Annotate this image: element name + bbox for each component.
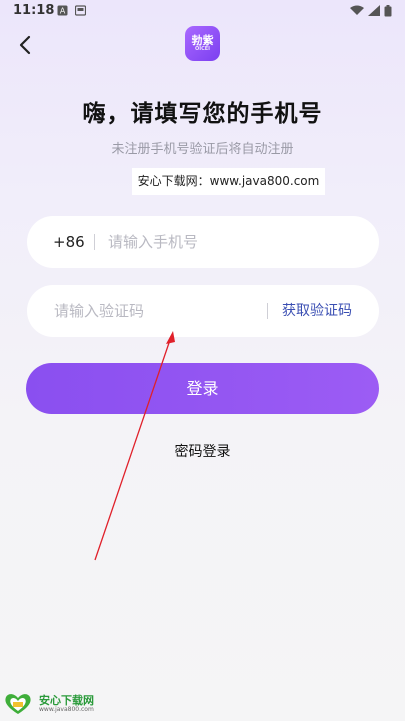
status-bar: 11:18 A [0,0,405,24]
wifi-icon [350,5,364,15]
status-time: 11:18 [13,3,55,18]
phone-input[interactable] [108,216,358,268]
verification-code-input[interactable] [54,285,254,337]
login-button[interactable]: 登录 [26,363,379,414]
site-logo-url: www.java800.com [39,706,94,713]
page-title: 嗨，请填写您的手机号 [82,101,323,127]
app-logo-text: 勃紫 [191,34,214,47]
page-subtitle: 未注册手机号验证后将自动注册 [111,142,294,157]
svg-text:A: A [60,7,66,16]
get-code-button[interactable]: 获取验证码 [282,285,352,337]
verification-code-field[interactable]: 获取验证码 [27,285,379,337]
back-chevron-icon[interactable] [14,33,38,57]
battery-icon [384,5,392,17]
country-code[interactable]: +86 [53,216,85,268]
image-icon [75,5,86,16]
app-logo-subtext: OICEI [194,46,211,52]
app-logo: 勃紫 OICEI [185,26,220,61]
heart-logo-icon [5,694,31,714]
phone-field[interactable]: +86 [27,216,379,268]
a-letter-icon: A [57,5,68,16]
phone-divider [94,234,95,250]
code-divider [267,303,268,319]
signal-icon [368,5,380,16]
site-logo: 安心下载网 www.java800.com [3,690,113,718]
watermark-banner: 安心下载网：www.java800.com [132,168,325,195]
password-login-link[interactable]: 密码登录 [0,441,405,461]
